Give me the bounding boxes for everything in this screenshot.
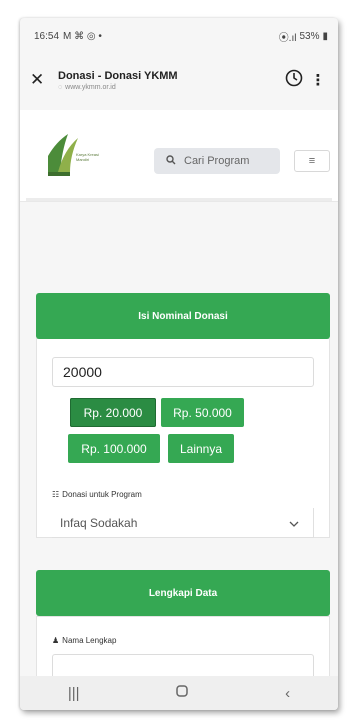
site-header: Karya Kreasi Mandiri Cari Program ≡ [20,110,338,202]
donation-section-title: Isi Nominal Donasi [138,310,228,322]
preset-button-50000[interactable]: Rp. 50.000 [161,398,244,427]
lock-icon: ◌ [58,83,63,91]
phone-screen: 16:54 M ⌘ ◎ • ⦿.ıl 53% ▮ ✕ Donasi - Dona… [20,18,338,710]
back-icon[interactable]: ‹ [285,685,290,702]
program-select[interactable]: Infaq Sodakah [52,508,314,538]
menu-button[interactable]: ≡ [294,150,330,172]
battery-icon: ▮ [322,30,328,42]
page-url: www.ykmm.or.id [65,83,116,91]
close-icon[interactable]: ✕ [30,70,52,90]
search-input[interactable]: Cari Program [154,148,280,174]
more-options-icon[interactable]: ⋮ [308,71,328,89]
search-icon [166,154,176,168]
donation-section-header: Isi Nominal Donasi [36,293,330,339]
data-section-header: Lengkapi Data [36,570,330,616]
preset-label: Lainnya [179,441,223,456]
browser-tab-bar: ✕ Donasi - Donasi YKMM ◌ www.ykmm.or.id … [20,54,338,106]
program-label-text: Donasi untuk Program [62,490,142,499]
system-nav-bar: ||| ‹ [20,676,338,710]
timer-icon[interactable] [280,68,308,92]
preset-label: Rp. 100.000 [81,441,147,456]
name-label-text: Nama Lengkap [62,636,117,645]
search-placeholder: Cari Program [184,155,250,167]
home-icon[interactable] [175,684,189,702]
status-notification-icons: M ⌘ ◎ • [63,30,102,42]
amount-input[interactable]: 20000 [52,357,314,387]
logo-text: Karya Kreasi Mandiri [76,152,99,162]
preset-label: Rp. 50.000 [173,405,232,420]
program-label: ☷ Donasi untuk Program [52,490,142,499]
data-section-title: Lengkapi Data [148,587,218,599]
list-icon: ☷ [52,490,60,499]
preset-button-20000[interactable]: Rp. 20.000 [70,398,156,427]
page-title: Donasi - Donasi YKMM [58,69,178,82]
ykmm-logo[interactable]: Karya Kreasi Mandiri [44,128,108,180]
status-time: 16:54 [34,30,60,42]
preset-label: Rp. 20.000 [83,405,143,420]
amount-value: 20000 [63,364,102,380]
header-divider [26,198,332,201]
recent-apps-icon[interactable]: ||| [68,685,80,702]
battery-level: 53% [299,30,320,42]
program-selected-value: Infaq Sodakah [60,515,138,530]
preset-button-100000[interactable]: Rp. 100.000 [68,434,160,463]
status-bar: 16:54 M ⌘ ◎ • ⦿.ıl 53% ▮ [20,18,338,54]
name-label: ♟ Nama Lengkap [52,636,116,645]
hamburger-icon: ≡ [308,155,316,167]
user-icon: ♟ [52,636,60,645]
signal-icon: ⦿.ıl [278,32,297,44]
chevron-down-icon [289,516,299,530]
preset-button-other[interactable]: Lainnya [168,434,234,463]
